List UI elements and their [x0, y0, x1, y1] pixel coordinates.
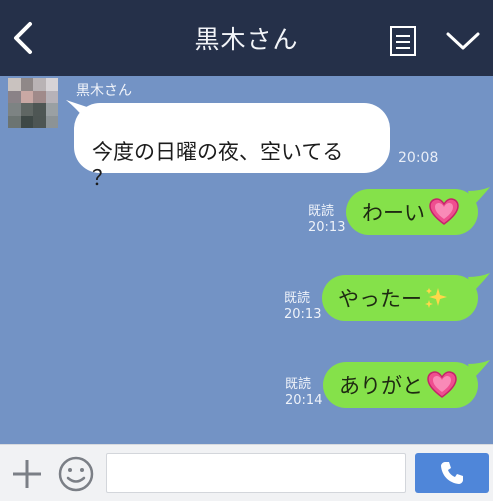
incoming-message-bubble[interactable]: 今度の日曜の夜、空いてる ？ [74, 103, 390, 190]
smiley-icon [58, 456, 94, 492]
phone-icon [441, 462, 463, 484]
chat-header: 黒木さん [0, 0, 493, 76]
sender-name: 黒木さん [76, 83, 132, 99]
read-label: 既読 [284, 291, 311, 306]
bubble-tail [468, 187, 490, 207]
outgoing-message-bubble[interactable]: わーい [346, 189, 478, 235]
heart-emoji-icon [429, 198, 459, 225]
call-button[interactable] [415, 453, 489, 493]
message-text: やったー [338, 287, 422, 311]
add-attachment-button[interactable] [10, 457, 44, 491]
sticker-button[interactable] [56, 454, 96, 494]
message-time: 20:13 [308, 220, 346, 235]
chat-title: 黒木さん [194, 25, 299, 54]
message-time: 20:14 [285, 393, 323, 408]
note-list-icon [390, 26, 416, 56]
outgoing-message-bubble[interactable]: ありがと [323, 362, 478, 408]
read-label: 既読 [285, 377, 312, 392]
message-input[interactable] [106, 453, 406, 493]
menu-toggle-button[interactable] [444, 28, 482, 54]
message-time: 20:13 [284, 307, 322, 322]
message-time: 20:08 [398, 150, 439, 166]
chevron-down-icon [446, 32, 480, 50]
notes-button[interactable] [388, 24, 418, 58]
sparkles-emoji-icon [425, 288, 447, 308]
message-composer [0, 444, 493, 501]
outgoing-message-bubble[interactable]: やったー [322, 275, 478, 321]
message-meta: 既読 20:13 [284, 291, 321, 323]
message-text: わーい [362, 201, 425, 225]
bubble-tail [468, 273, 490, 293]
message-meta: 既読 20:14 [285, 377, 322, 409]
read-label: 既読 [308, 204, 335, 219]
plus-icon [13, 460, 41, 488]
message-meta: 既読 20:13 [308, 204, 345, 236]
bubble-tail [468, 360, 490, 380]
message-text: ありがと [339, 374, 423, 398]
heart-emoji-icon [427, 371, 457, 398]
avatar[interactable] [8, 78, 58, 128]
